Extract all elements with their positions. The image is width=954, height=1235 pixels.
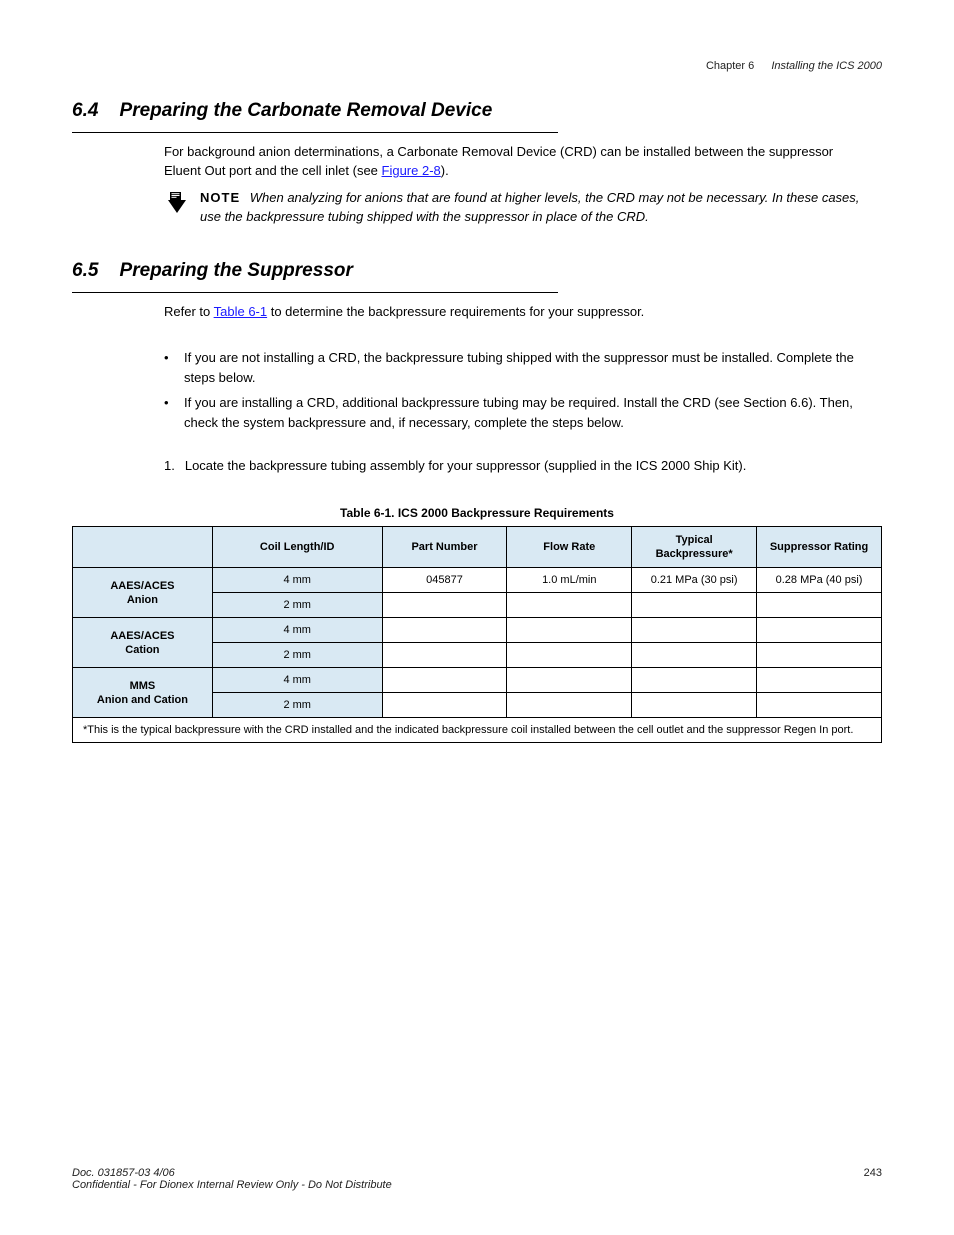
th-rating: Suppressor Rating	[757, 526, 882, 568]
note-icon	[165, 191, 189, 220]
page-header: Chapter 6 Installing the ICS 2000	[72, 60, 882, 72]
row-label-cation: AAES/ACES Cation	[73, 618, 213, 668]
table-link-6-1[interactable]: Table 6-1	[214, 304, 267, 319]
page-footer: Doc. 031857-03 4/06 Confidential - For D…	[72, 1167, 882, 1191]
chapter-title: Installing the ICS 2000	[771, 60, 882, 72]
step-1: 1. Locate the backpressure tubing assemb…	[164, 456, 872, 476]
th-bp: Typical Backpressure*	[632, 526, 757, 568]
th-flow: Flow Rate	[507, 526, 632, 568]
footer-confidential: Confidential - For Dionex Internal Revie…	[72, 1179, 392, 1191]
table-caption: Table 6-1. ICS 2000 Backpressure Require…	[72, 506, 882, 520]
footer-doc-number: Doc. 031857-03 4/06	[72, 1167, 392, 1179]
th-pn: Part Number	[382, 526, 507, 568]
note-text: When analyzing for anions that are found…	[200, 190, 859, 224]
chapter-number: Chapter 6	[706, 60, 754, 72]
table-footnote-row: *This is the typical backpressure with t…	[73, 718, 882, 743]
th-coil: Coil Length/ID	[212, 526, 382, 568]
table-row: AAES/ACES Anion 4 mm 045877 1.0 mL/min 0…	[73, 568, 882, 593]
table-footnote: *This is the typical backpressure with t…	[73, 718, 882, 743]
row-label-mms: MMS Anion and Cation	[73, 668, 213, 718]
backpressure-table: Coil Length/ID Part Number Flow Rate Typ…	[72, 526, 882, 744]
figure-link-2-8[interactable]: Figure 2-8	[382, 163, 441, 178]
bullet-0: • If you are not installing a CRD, the b…	[164, 348, 872, 387]
section-6-4-paragraph: For background anion determinations, a C…	[164, 143, 872, 181]
section-title-6-4: 6.4 Preparing the Carbonate Removal Devi…	[72, 100, 558, 133]
row-label-anion: AAES/ACES Anion	[73, 568, 213, 618]
note-block: NOTE When analyzing for anions that are …	[164, 189, 872, 227]
th-blank	[73, 526, 213, 568]
table-row: MMS Anion and Cation 4 mm	[73, 668, 882, 693]
section-title-6-5: 6.5 Preparing the Suppressor	[72, 260, 558, 293]
table-row: AAES/ACES Cation 4 mm	[73, 618, 882, 643]
bullet-1: • If you are installing a CRD, additiona…	[164, 393, 872, 432]
section-6-5-intro: Refer to Table 6-1 to determine the back…	[164, 303, 872, 322]
footer-page-number: 243	[864, 1167, 882, 1191]
note-prefix: NOTE	[200, 190, 240, 205]
